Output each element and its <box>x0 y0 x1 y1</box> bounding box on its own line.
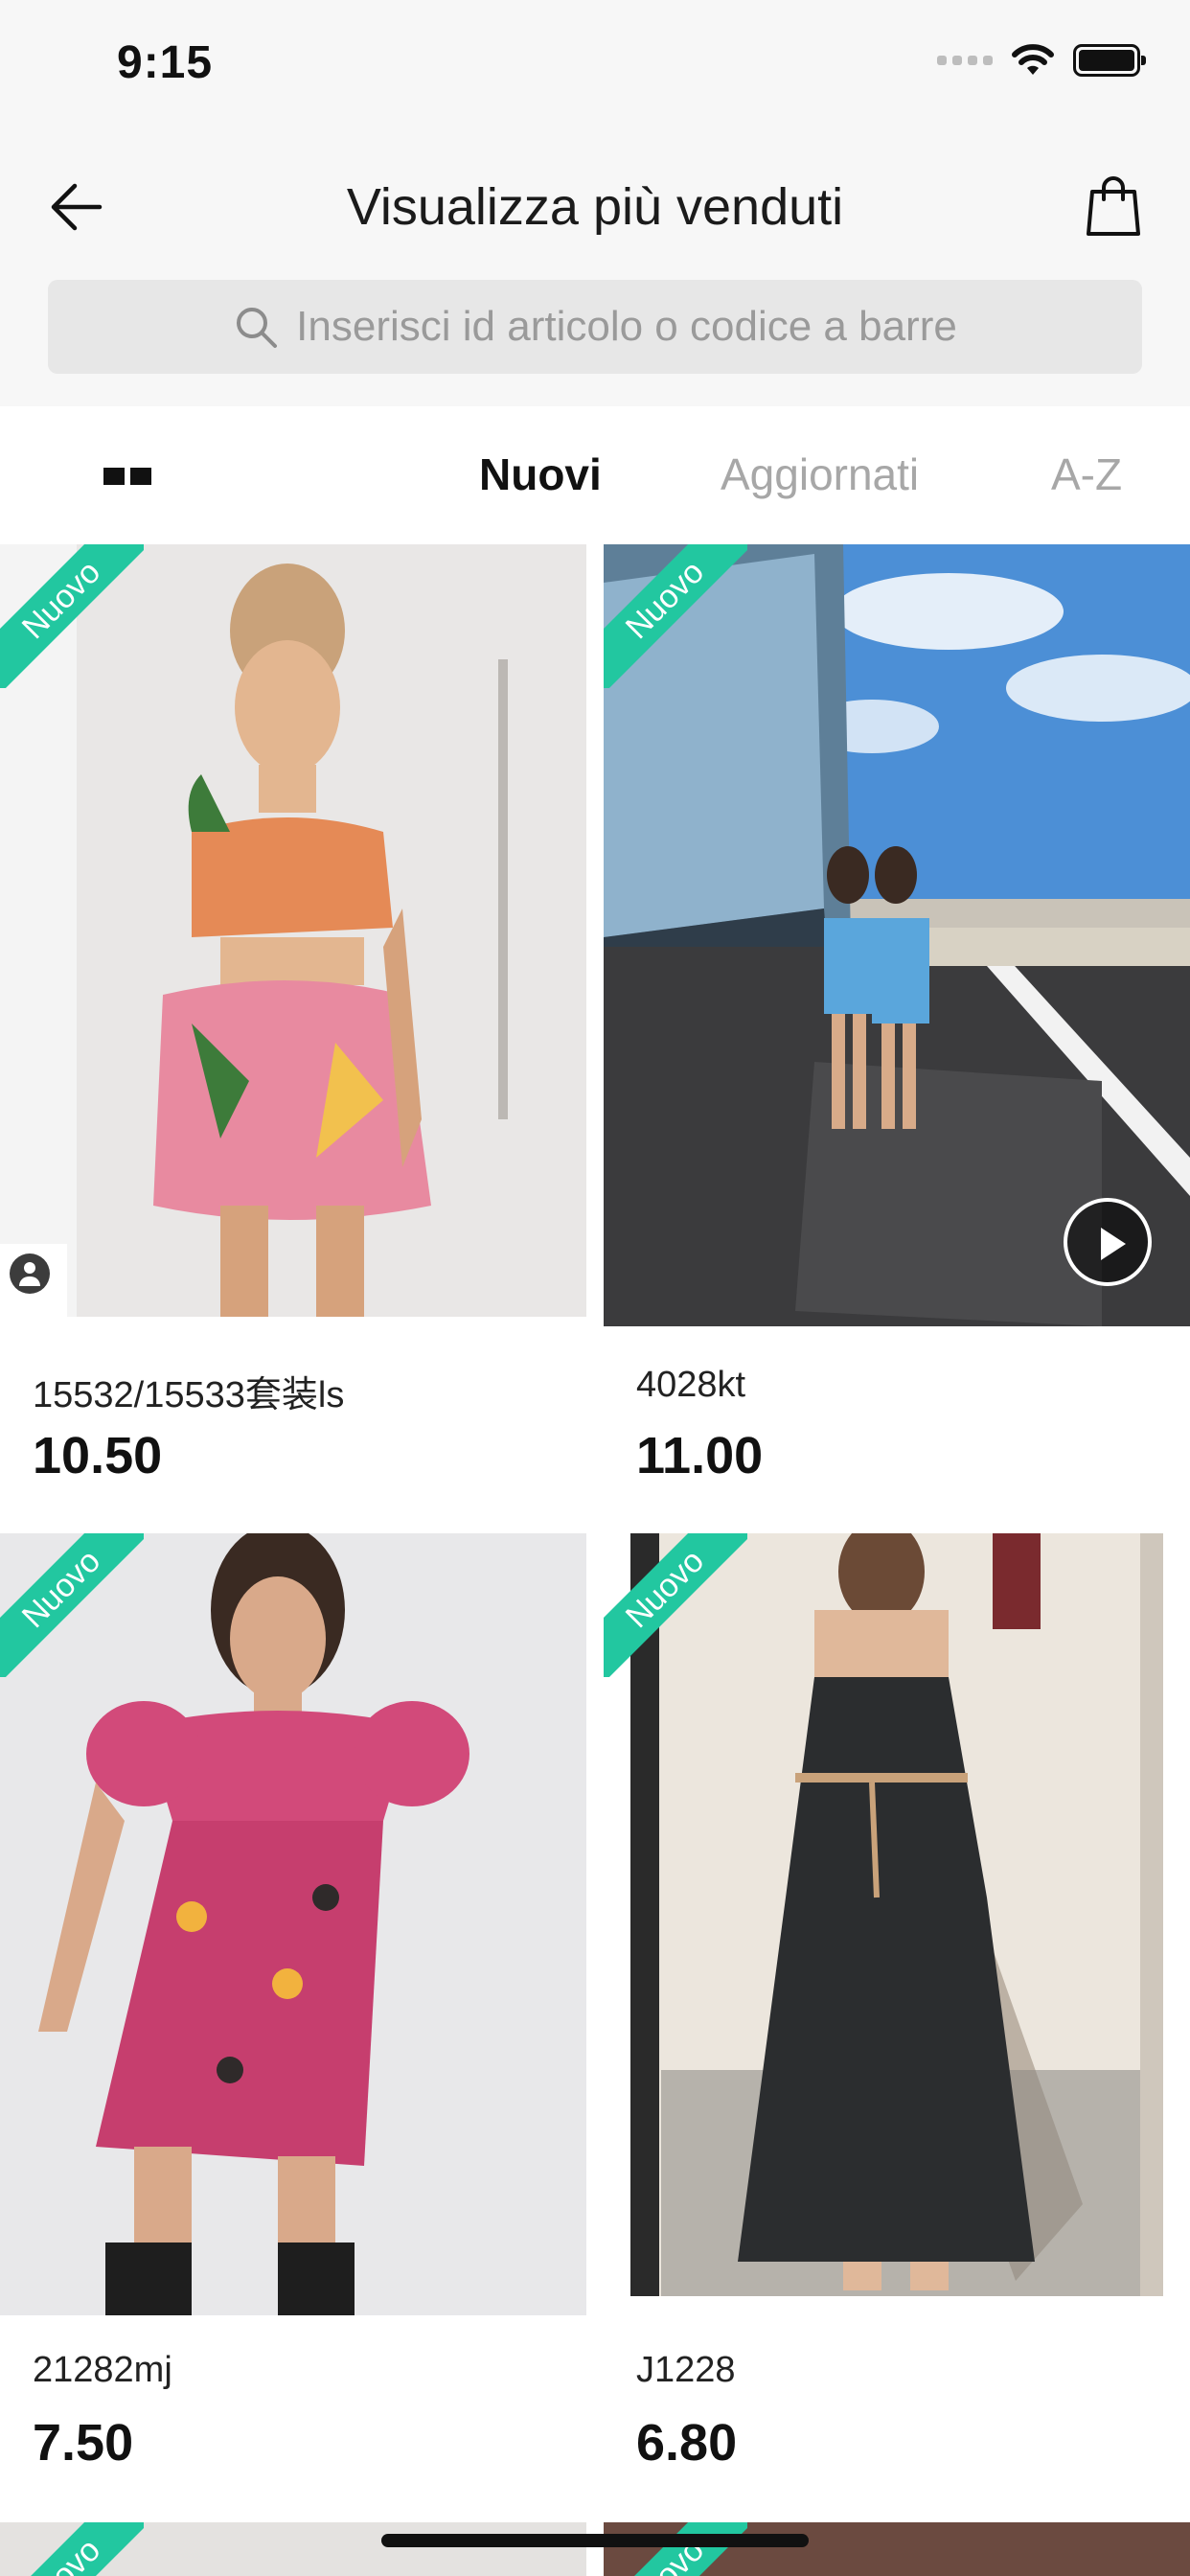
product-card[interactable]: Nuovo <box>604 2522 1190 2576</box>
sort-tabs: Nuovi Aggiornati A-Z <box>0 406 1190 544</box>
product-price: 7.50 <box>33 2414 134 2472</box>
status-icons <box>937 42 1146 79</box>
search-placeholder: Inserisci id articolo o codice a barre <box>296 303 957 350</box>
product-card[interactable]: Nuovo 21282mj 7.50 <box>0 1533 586 2520</box>
product-card[interactable]: Nuovo <box>0 2522 586 2576</box>
product-code: 15532/15533套装ls <box>33 1375 345 1415</box>
product-code: J1228 <box>636 2350 736 2390</box>
product-photo: Nuovo <box>604 544 1190 1326</box>
product-price: 6.80 <box>636 2414 738 2472</box>
new-badge: Nuovo <box>604 1533 747 1677</box>
status-time: 9:15 <box>117 37 214 88</box>
user-icon <box>10 1254 50 1294</box>
new-badge: Nuovo <box>604 2522 747 2576</box>
battery-icon <box>1073 44 1146 77</box>
play-video-button[interactable] <box>1064 1198 1152 1286</box>
tab-aggiornati[interactable]: Aggiornati <box>721 448 919 500</box>
new-badge: Nuovo <box>0 1533 144 1677</box>
search-icon <box>237 308 278 348</box>
product-photo: Nuovo <box>0 2522 586 2576</box>
product-card[interactable]: Nuovo 15532/15533套装ls 10.50 <box>0 544 586 1531</box>
cellular-signal-icon <box>937 56 993 65</box>
product-photo: Nuovo <box>604 1533 1190 2315</box>
product-price: 10.50 <box>33 1427 163 1484</box>
tab-nuovi[interactable]: Nuovi <box>479 448 602 500</box>
product-photo: Nuovo <box>0 544 586 1317</box>
new-badge: Nuovo <box>0 2522 144 2576</box>
product-photo: Nuovo <box>0 1533 586 2315</box>
product-price: 11.00 <box>636 1427 764 1484</box>
product-code: 4028kt <box>636 1365 746 1405</box>
search-input[interactable]: Inserisci id articolo o codice a barre <box>48 280 1142 374</box>
new-badge: Nuovo <box>0 544 144 688</box>
product-photo: Nuovo <box>604 2522 1190 2576</box>
shopping-bag-icon[interactable] <box>1079 171 1148 240</box>
new-badge: Nuovo <box>604 544 747 688</box>
wifi-icon <box>1012 44 1054 75</box>
product-code: 21282mj <box>33 2350 172 2390</box>
product-card[interactable]: Nuovo 4028kt 11.00 <box>604 544 1190 1531</box>
product-card[interactable]: Nuovo J1228 6.80 <box>604 1533 1190 2520</box>
top-bar: 9:15 Visualizza più venduti Inserisci id… <box>0 0 1190 406</box>
grid-toggle-icon[interactable] <box>103 468 151 485</box>
tab-a-z[interactable]: A-Z <box>1051 448 1122 500</box>
page-title: Visualizza più venduti <box>346 178 844 236</box>
home-indicator[interactable] <box>381 2534 809 2547</box>
